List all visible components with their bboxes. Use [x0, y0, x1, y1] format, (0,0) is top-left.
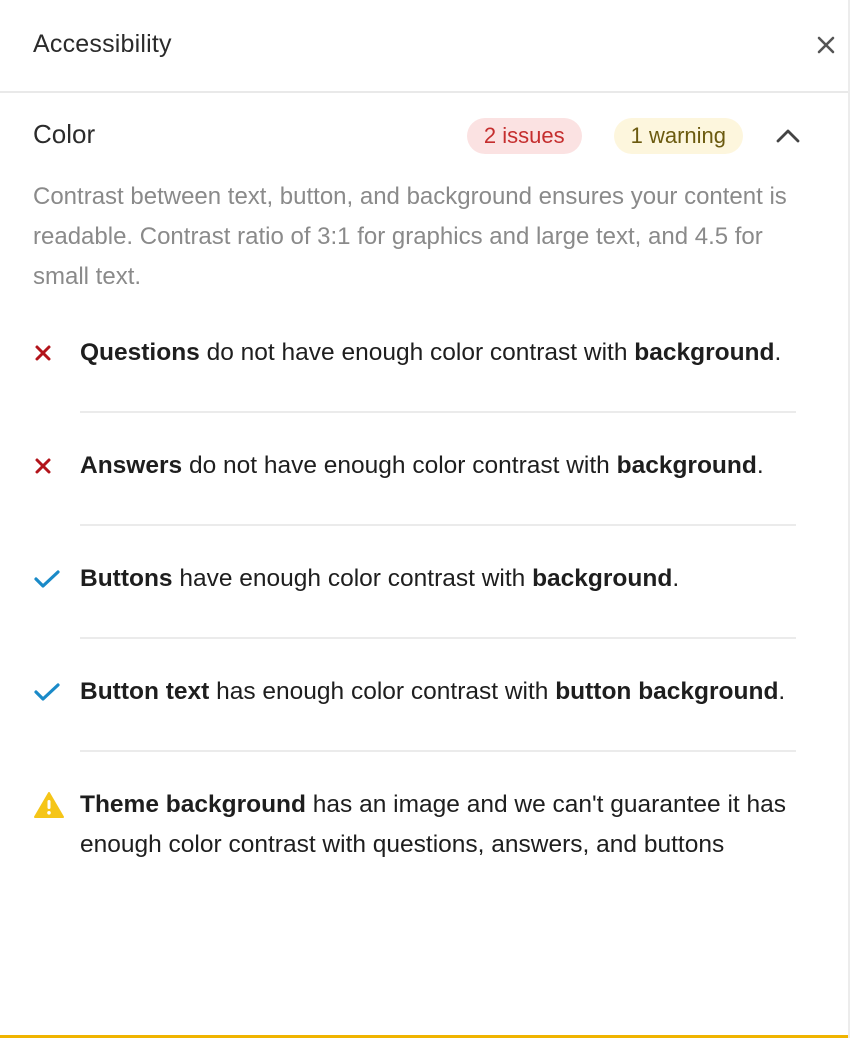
check-description: do not have enough color contrast with [199, 339, 635, 366]
check-message: Questions do not have enough color contr… [80, 333, 781, 373]
check-subject: Button text [80, 678, 210, 705]
color-section: Color 2 issues 1 warning Contrast betwee… [0, 93, 848, 903]
panel-header: Accessibility [0, 0, 848, 93]
check-subject: Answers [80, 452, 183, 479]
check-message: Buttons have enough color contrast with … [80, 559, 679, 599]
check-target: background [532, 565, 673, 592]
checkmark-icon [33, 672, 80, 712]
collapse-toggle[interactable] [773, 121, 803, 151]
check-punctuation: . [672, 565, 680, 592]
check-target: button background [555, 678, 779, 705]
check-subject: Buttons [80, 565, 173, 592]
panel-title: Accessibility [33, 30, 172, 58]
chevron-up-icon [776, 129, 800, 143]
check-description: has enough color contrast with [209, 678, 556, 705]
contrast-check-item: Questions do not have enough color contr… [33, 333, 796, 411]
check-subject: Theme background [80, 791, 306, 818]
divider [80, 750, 796, 752]
warning-triangle-icon [33, 785, 80, 825]
section-title: Color [33, 119, 96, 149]
check-target: background [634, 339, 775, 366]
error-x-icon [33, 333, 80, 373]
issues-badge: 2 issues [466, 118, 582, 154]
contrast-check-item: Theme background has an image and we can… [33, 785, 796, 903]
divider [80, 411, 796, 413]
check-description: do not have enough color contrast with [182, 452, 617, 479]
check-message: Button text has enough color contrast wi… [80, 672, 785, 712]
check-subject: Questions [80, 339, 200, 366]
accessibility-panel: Accessibility Color 2 issues 1 warning C… [0, 0, 850, 1038]
close-button[interactable] [806, 25, 846, 65]
warning-badge: 1 warning [613, 118, 743, 154]
divider [80, 524, 796, 526]
check-message: Answers do not have enough color contras… [80, 446, 764, 486]
contrast-check-item: Answers do not have enough color contras… [33, 446, 796, 524]
divider [80, 637, 796, 639]
contrast-check-item: Buttons have enough color contrast with … [33, 559, 796, 637]
close-icon [817, 36, 835, 53]
error-x-icon [33, 446, 80, 486]
check-punctuation: . [756, 452, 764, 479]
check-punctuation: . [778, 678, 786, 705]
section-description: Contrast between text, button, and backg… [33, 183, 787, 290]
check-message: Theme background has an image and we can… [80, 785, 796, 865]
check-punctuation: . [774, 339, 782, 366]
check-description: have enough color contrast with [172, 565, 533, 592]
check-target: background [616, 452, 757, 479]
checkmark-icon [33, 559, 80, 599]
contrast-check-item: Button text has enough color contrast wi… [33, 672, 796, 750]
color-section-header[interactable]: Color 2 issues 1 warning [33, 93, 800, 179]
contrast-check-list: Questions do not have enough color contr… [33, 333, 796, 903]
